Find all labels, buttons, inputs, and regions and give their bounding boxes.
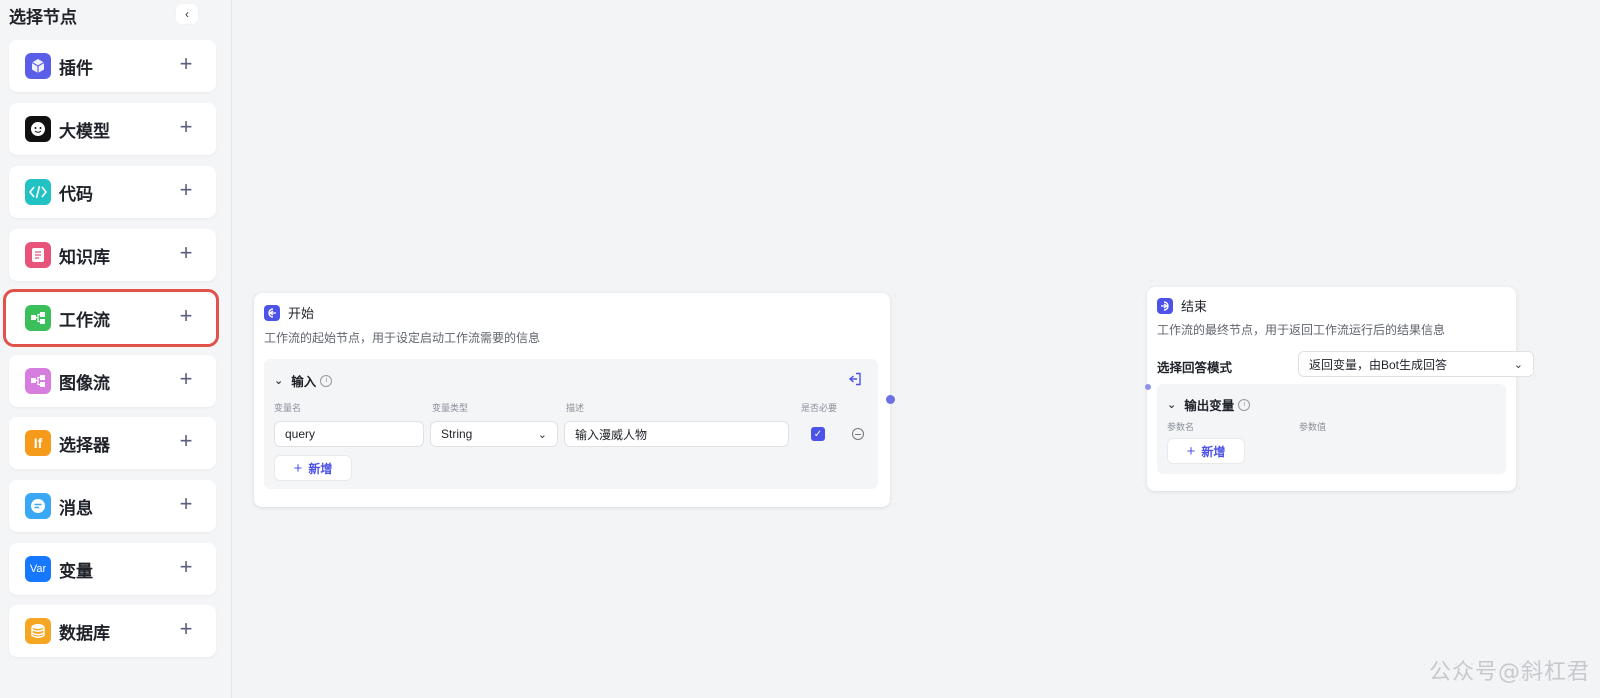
node-item-workflow[interactable]: 工作流 +: [3, 289, 219, 347]
end-node-card[interactable]: 结束 工作流的最终节点，用于返回工作流运行后的结果信息 选择回答模式 返回变量，…: [1147, 287, 1534, 491]
node-item-selector[interactable]: If 选择器 +: [9, 417, 216, 469]
chevron-down-icon: ⌄: [1167, 399, 1177, 411]
node-label: 知识库: [59, 247, 110, 267]
add-node-plus-icon[interactable]: +: [174, 303, 198, 328]
add-node-plus-icon[interactable]: +: [174, 51, 198, 76]
col-header-name: 变量名: [274, 403, 302, 413]
selector-icon: If: [25, 430, 51, 456]
end-node-title: 结束: [1181, 299, 1208, 314]
database-icon: [25, 618, 51, 644]
cube-icon: [25, 53, 51, 79]
chevron-down-icon: ⌄: [1513, 359, 1523, 371]
col-header-type: 变量类型: [432, 403, 469, 413]
add-output-button[interactable]: + 新增: [1167, 438, 1245, 464]
start-node-title: 开始: [288, 306, 315, 321]
node-item-plugin[interactable]: 插件 +: [9, 40, 216, 92]
start-icon: [264, 304, 280, 321]
node-label: 变量: [59, 561, 93, 581]
add-variable-button[interactable]: + 新增: [274, 455, 352, 481]
answer-mode-label: 选择回答模式: [1157, 361, 1233, 375]
end-input-port[interactable]: [1145, 384, 1151, 390]
answer-mode-select[interactable]: 返回变量，由Bot生成回答 ⌄: [1298, 351, 1534, 377]
watermark: 公众号@斜杠君: [1428, 660, 1590, 685]
node-label: 消息: [59, 498, 93, 518]
start-node-header: 开始: [264, 303, 314, 322]
node-label: 插件: [59, 58, 93, 78]
variable-desc-input[interactable]: 输入漫威人物: [564, 421, 789, 447]
chevron-down-icon: ⌄: [274, 375, 284, 387]
llm-icon: [25, 116, 51, 142]
info-icon: i: [1238, 398, 1251, 411]
start-output-port[interactable]: [886, 395, 895, 404]
node-label: 大模型: [59, 121, 110, 141]
chevron-left-icon: ‹: [185, 7, 189, 21]
info-icon: i: [320, 374, 333, 387]
node-item-database[interactable]: 数据库 +: [9, 605, 216, 657]
code-icon: [25, 179, 51, 205]
knowledge-icon: [25, 242, 51, 268]
node-item-code[interactable]: 代码 +: [9, 166, 216, 218]
add-node-plus-icon[interactable]: +: [174, 491, 198, 516]
node-label: 选择器: [59, 435, 110, 455]
node-label: 代码: [59, 184, 93, 204]
plus-icon: +: [293, 459, 303, 477]
chevron-down-icon: ⌄: [537, 429, 547, 441]
add-node-plus-icon[interactable]: +: [174, 616, 198, 641]
output-section-title[interactable]: ⌄ 输出变量 i: [1167, 395, 1251, 414]
node-label: 工作流: [59, 310, 110, 330]
imageflow-icon: [25, 368, 51, 394]
plus-icon: +: [1186, 442, 1196, 460]
start-node-desc: 工作流的起始节点，用于设定启动工作流需要的信息: [264, 331, 541, 345]
add-node-plus-icon[interactable]: +: [174, 366, 198, 391]
remove-row-icon[interactable]: [852, 428, 864, 440]
node-item-llm[interactable]: 大模型 +: [9, 103, 216, 155]
add-node-plus-icon[interactable]: +: [174, 177, 198, 202]
node-label: 图像流: [59, 373, 110, 393]
input-section-title[interactable]: ⌄ 输入 i: [274, 371, 333, 390]
collapse-sidebar-button[interactable]: ‹: [176, 4, 198, 24]
output-section: ⌄ 输出变量 i 参数名 参数值 + 新增: [1157, 384, 1506, 474]
col-header-desc: 描述: [566, 403, 585, 413]
sidebar-title: 选择节点: [9, 8, 77, 27]
workflow-icon: [25, 305, 51, 331]
node-item-imageflow[interactable]: 图像流 +: [9, 355, 216, 407]
workflow-canvas[interactable]: 开始 工作流的起始节点，用于设定启动工作流需要的信息 ⌄ 输入 i 变量名 变量…: [232, 0, 1600, 698]
variable-name-input[interactable]: query: [274, 421, 424, 447]
node-item-knowledge[interactable]: 知识库 +: [9, 229, 216, 281]
col-header-required: 是否必要: [801, 403, 838, 413]
end-icon: [1157, 297, 1173, 314]
node-label: 数据库: [59, 623, 110, 643]
input-section: ⌄ 输入 i 变量名 变量类型 描述 是否必要 query String ⌄ 输…: [264, 359, 878, 489]
add-node-plus-icon[interactable]: +: [174, 114, 198, 139]
message-icon: [25, 493, 51, 519]
node-item-message[interactable]: 消息 +: [9, 480, 216, 532]
add-node-plus-icon[interactable]: +: [174, 240, 198, 265]
col-header-param-name: 参数名: [1167, 422, 1195, 432]
node-sidebar: 选择节点 ‹ 插件 + 大模型 + 代码 + 知识库 + 工作流 + 图像流 +…: [0, 0, 232, 698]
add-node-plus-icon[interactable]: +: [174, 428, 198, 453]
end-node-header: 结束: [1157, 296, 1207, 315]
add-node-plus-icon[interactable]: +: [174, 554, 198, 579]
start-node-card[interactable]: 开始 工作流的起始节点，用于设定启动工作流需要的信息 ⌄ 输入 i 变量名 变量…: [254, 293, 890, 507]
node-item-variable[interactable]: Var 变量 +: [9, 543, 216, 595]
required-checkbox[interactable]: ✓: [811, 427, 825, 441]
variable-icon: Var: [25, 556, 51, 582]
import-icon[interactable]: [848, 372, 862, 391]
end-node-desc: 工作流的最终节点，用于返回工作流运行后的结果信息: [1157, 323, 1446, 337]
col-header-param-value: 参数值: [1299, 422, 1327, 432]
variable-type-select[interactable]: String ⌄: [430, 421, 558, 447]
